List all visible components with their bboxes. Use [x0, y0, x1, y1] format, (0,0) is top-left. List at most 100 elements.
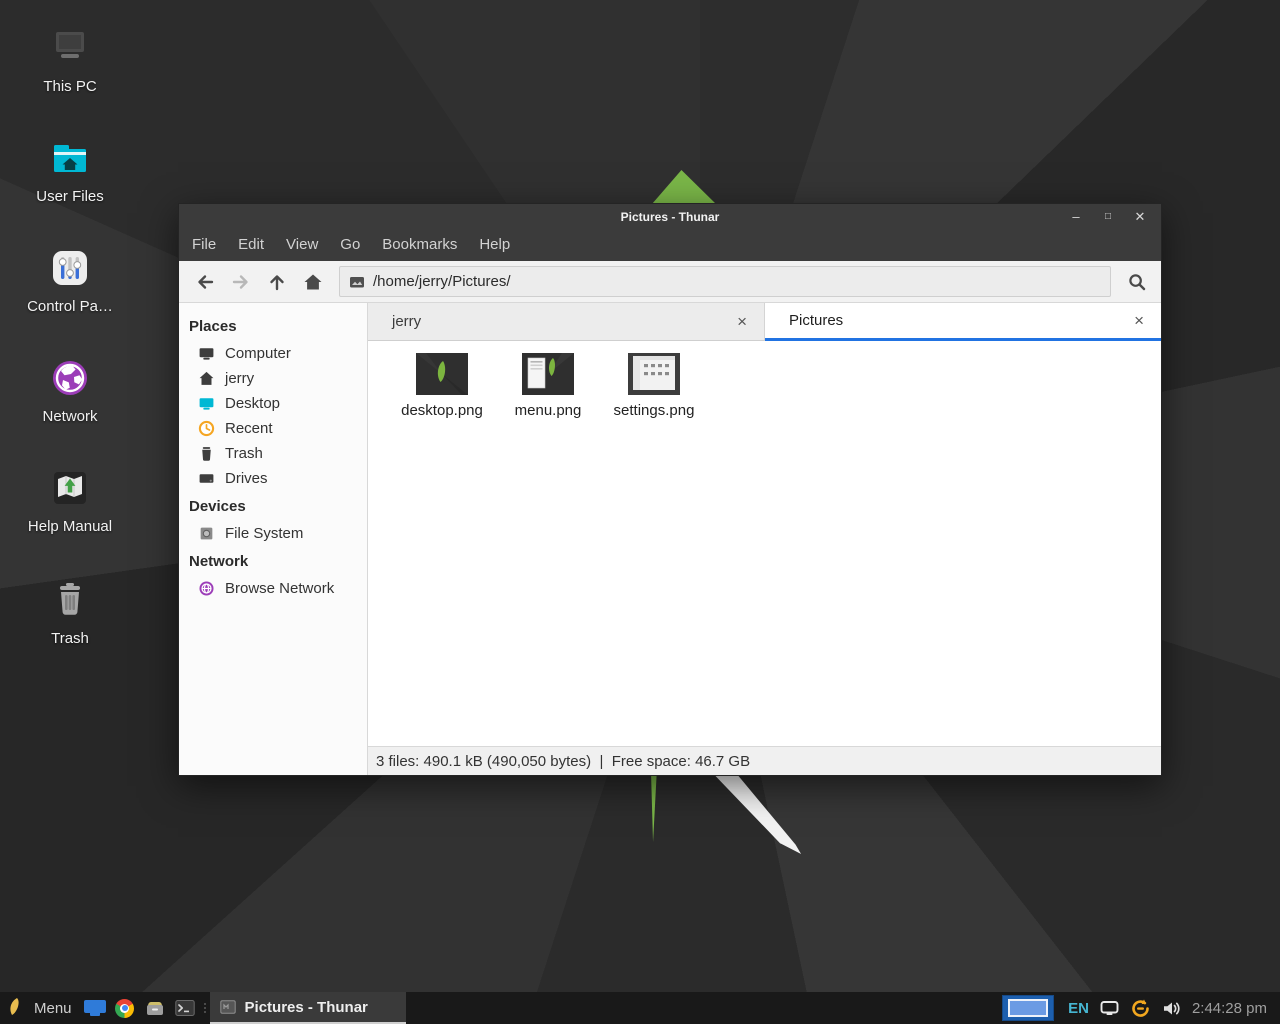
file-manager-launcher[interactable]: [143, 996, 167, 1020]
search-icon: [1127, 272, 1147, 292]
search-button[interactable]: [1119, 265, 1155, 299]
network-globe-icon: [198, 580, 215, 597]
tab-jerry[interactable]: jerry ×: [368, 303, 765, 341]
sidebar-item-trash[interactable]: Trash: [179, 441, 367, 466]
sidebar-header-devices: Devices: [179, 491, 367, 521]
control-panel-icon: [46, 244, 94, 292]
wallpaper-green-triangle: [652, 170, 716, 204]
titlebar[interactable]: Pictures - Thunar – □ ✕: [179, 204, 1161, 229]
up-button[interactable]: [259, 265, 295, 299]
tab-close-icon[interactable]: ×: [1131, 311, 1147, 331]
menu-button-label: Menu: [34, 1000, 72, 1017]
menu-help[interactable]: Help: [468, 229, 521, 261]
terminal-launcher[interactable]: [173, 996, 197, 1020]
path-text: /home/jerry/Pictures/: [373, 273, 511, 290]
sidebar-item-label: Computer: [225, 345, 291, 362]
show-desktop-launcher[interactable]: [83, 996, 107, 1020]
trash-icon: [46, 576, 94, 624]
sidebar-item-recent[interactable]: Recent: [179, 416, 367, 441]
sidebar-item-label: Drives: [225, 470, 268, 487]
home-icon: [198, 370, 215, 387]
update-manager-button[interactable]: [1130, 998, 1151, 1019]
settings-png-thumbnail: [628, 353, 680, 395]
menu-file[interactable]: File: [181, 229, 227, 261]
menubar: File Edit View Go Bookmarks Help: [179, 229, 1161, 261]
desktop-icon-trash[interactable]: Trash: [0, 576, 140, 647]
menu-view[interactable]: View: [275, 229, 329, 261]
tab-pictures[interactable]: Pictures ×: [765, 303, 1161, 341]
window-controls: – □ ✕: [1067, 209, 1161, 225]
help-manual-icon: [46, 464, 94, 512]
up-arrow-icon: [267, 272, 287, 292]
sidebar: Places Computer jerry Desktop: [179, 303, 368, 775]
sidebar-item-label: File System: [225, 525, 303, 542]
sidebar-item-label: Recent: [225, 420, 273, 437]
close-button[interactable]: ✕: [1131, 209, 1149, 225]
chrome-launcher[interactable]: [113, 996, 137, 1020]
home-icon: [303, 272, 323, 292]
menu-go[interactable]: Go: [329, 229, 371, 261]
trash-icon: [198, 445, 215, 462]
taskbar: Menu Pictures - Thunar: [0, 992, 1280, 1024]
workspace-switcher[interactable]: [1002, 995, 1054, 1021]
keyboard-layout-indicator[interactable]: EN: [1068, 1000, 1089, 1017]
forward-button[interactable]: [223, 265, 259, 299]
desktop-icon-label: Network: [42, 408, 97, 425]
system-tray: EN 2:44:28 pm: [1064, 998, 1280, 1019]
tab-label: jerry: [392, 313, 734, 330]
drive-icon: [198, 470, 215, 487]
window-content: Places Computer jerry Desktop: [179, 303, 1161, 775]
desktop-icon-help-manual[interactable]: Help Manual: [0, 464, 140, 535]
sidebar-item-label: Desktop: [225, 395, 280, 412]
sidebar-item-label: Trash: [225, 445, 263, 462]
thunar-window: Pictures - Thunar – □ ✕ File Edit View G…: [178, 203, 1162, 776]
menu-bookmarks[interactable]: Bookmarks: [371, 229, 468, 261]
menu-png-thumbnail: [522, 353, 574, 395]
this-pc-icon: [46, 24, 94, 72]
home-button[interactable]: [295, 265, 331, 299]
desktop-icon-this-pc[interactable]: This PC: [0, 24, 140, 95]
file-desktop-png[interactable]: desktop.png: [394, 353, 490, 419]
sidebar-item-computer[interactable]: Computer: [179, 341, 367, 366]
panel-separator-handle[interactable]: [200, 992, 210, 1024]
sidebar-item-file-system[interactable]: File System: [179, 521, 367, 546]
terminal-icon: [175, 999, 195, 1017]
file-cabinet-icon: [145, 998, 165, 1018]
menu-edit[interactable]: Edit: [227, 229, 275, 261]
wallpaper-green-sliver: [646, 776, 662, 842]
back-button[interactable]: [187, 265, 223, 299]
desktop-icon-label: User Files: [36, 188, 104, 205]
desktop-icon-label: Trash: [51, 630, 89, 647]
tab-bar: jerry × Pictures ×: [368, 303, 1161, 341]
sidebar-header-network: Network: [179, 546, 367, 576]
volume-button[interactable]: [1162, 1000, 1181, 1017]
desktop-icon-network[interactable]: Network: [0, 354, 140, 425]
maximize-button[interactable]: □: [1099, 211, 1117, 222]
sidebar-item-jerry[interactable]: jerry: [179, 366, 367, 391]
minimize-button[interactable]: –: [1067, 209, 1085, 224]
sidebar-item-desktop[interactable]: Desktop: [179, 391, 367, 416]
update-refresh-icon: [1130, 998, 1151, 1019]
window-title: Pictures - Thunar: [179, 210, 1161, 224]
display-tray-button[interactable]: [1100, 1000, 1119, 1016]
path-bar[interactable]: /home/jerry/Pictures/: [339, 266, 1111, 297]
tab-close-icon[interactable]: ×: [734, 312, 750, 332]
sidebar-item-drives[interactable]: Drives: [179, 466, 367, 491]
desktop-icon-control-panel[interactable]: Control Pa…: [0, 244, 140, 315]
task-label: Pictures - Thunar: [245, 999, 368, 1016]
forward-arrow-icon: [231, 272, 251, 292]
clock[interactable]: 2:44:28 pm: [1192, 1000, 1267, 1017]
sidebar-item-browse-network[interactable]: Browse Network: [179, 576, 367, 601]
file-settings-png[interactable]: settings.png: [606, 353, 702, 419]
applications-menu-button[interactable]: Menu: [0, 997, 80, 1019]
sidebar-item-label: Browse Network: [225, 580, 334, 597]
distro-logo-icon: [7, 997, 25, 1019]
sidebar-item-label: jerry: [225, 370, 254, 387]
speaker-icon: [1162, 1000, 1181, 1017]
display-icon: [1100, 1000, 1119, 1016]
taskbar-task-thunar[interactable]: Pictures - Thunar: [210, 992, 406, 1024]
image-file-icon: [349, 274, 365, 290]
desktop-icon-user-files[interactable]: User Files: [0, 134, 140, 205]
back-arrow-icon: [195, 272, 215, 292]
file-menu-png[interactable]: menu.png: [500, 353, 596, 419]
